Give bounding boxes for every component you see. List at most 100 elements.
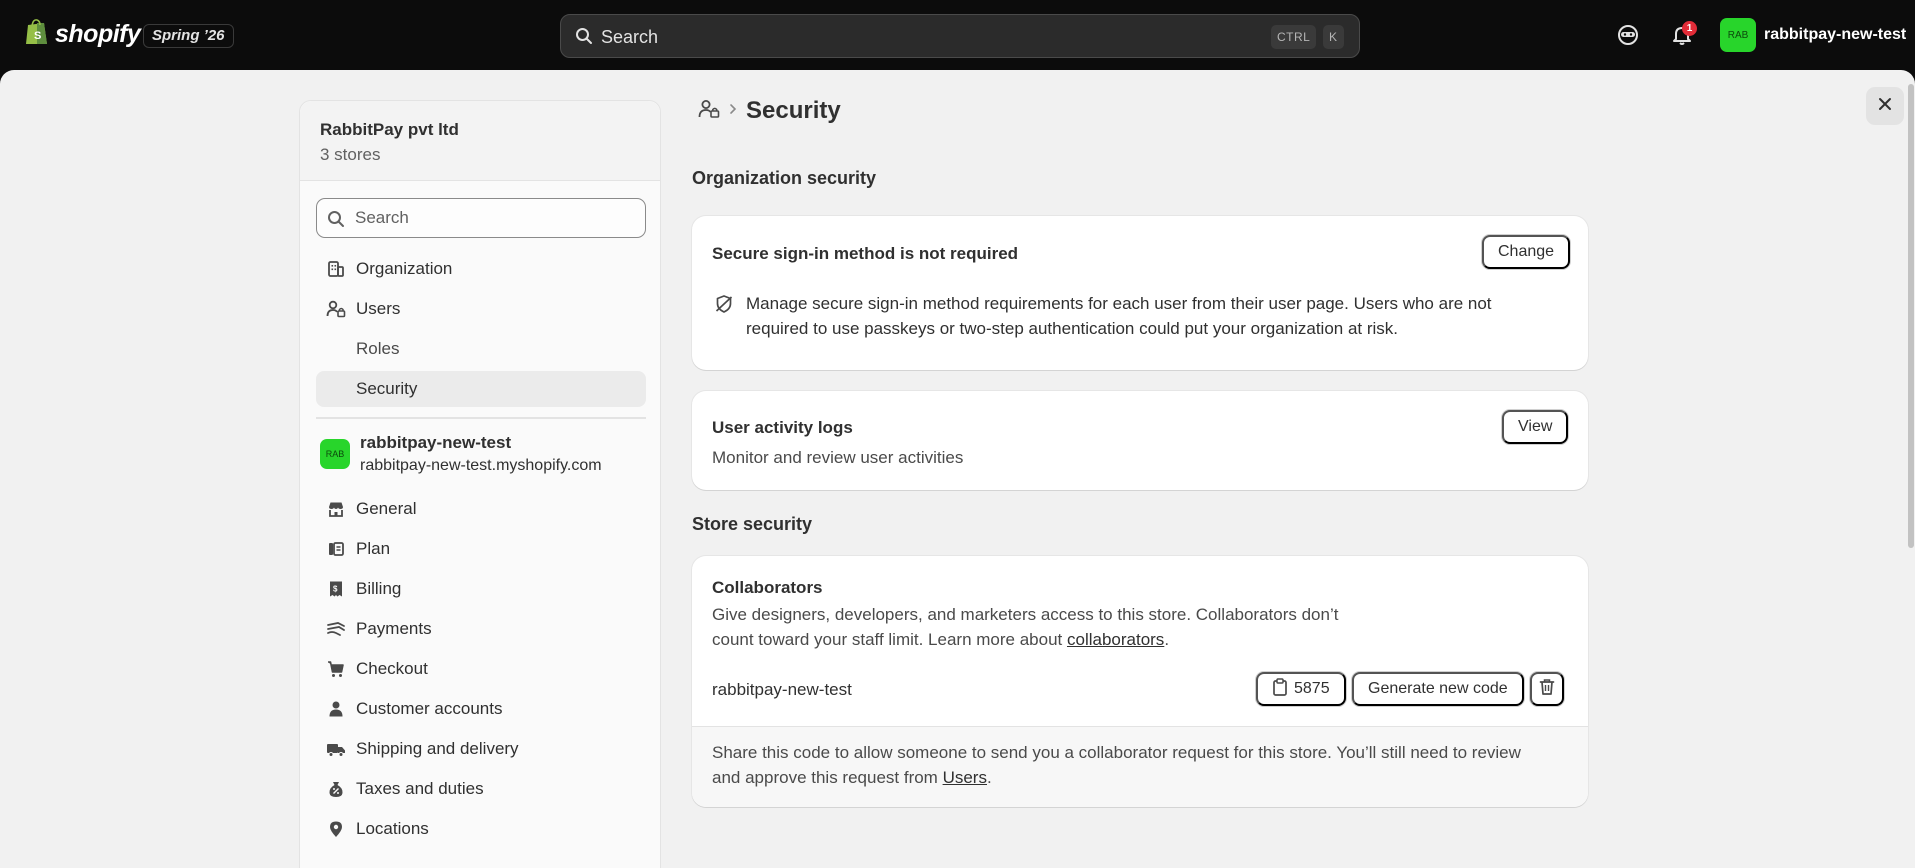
- sidebar-item-label: Users: [356, 299, 401, 318]
- shortcut-k: K: [1323, 25, 1344, 49]
- sidebar-store[interactable]: RAB rabbitpay-new-test rabbitpay-new-tes…: [316, 431, 646, 481]
- copy-code-button[interactable]: 5875: [1256, 672, 1346, 706]
- footer-text: and approve this request from: [712, 768, 943, 787]
- shopify-bag-icon: S: [25, 18, 49, 51]
- collaborator-code: 5875: [1294, 680, 1330, 697]
- delete-code-button[interactable]: [1530, 672, 1564, 706]
- chevron-right-icon: [728, 102, 738, 120]
- close-button[interactable]: [1866, 87, 1904, 125]
- sidebar-divider: [316, 417, 646, 419]
- truck-icon: [324, 740, 348, 758]
- sidebar-item-general[interactable]: General: [316, 491, 646, 527]
- activity-card-subtitle: Monitor and review user activities: [712, 448, 964, 467]
- sidekick-icon[interactable]: [1615, 22, 1641, 48]
- payments-icon: [324, 620, 348, 638]
- signin-method-card: Secure sign-in method is not required Ch…: [692, 216, 1588, 370]
- page-title: Security: [746, 97, 841, 124]
- collaborators-footer-text-2: and approve this request from Users.: [712, 765, 992, 790]
- org-store-count: 3 stores: [320, 145, 381, 164]
- change-button[interactable]: Change: [1482, 235, 1571, 269]
- sidebar-item-label: Checkout: [356, 659, 428, 678]
- period: .: [986, 768, 992, 787]
- sidebar-item-label: Locations: [356, 819, 429, 838]
- sidebar-item-label: Billing: [356, 579, 402, 598]
- shopify-logo[interactable]: S shopify: [25, 18, 141, 51]
- sidebar-item-payments[interactable]: Payments: [316, 611, 646, 647]
- store-icon: [324, 500, 348, 518]
- activity-logs-card: User activity logs Monitor and review us…: [692, 391, 1588, 490]
- billing-icon: $: [324, 580, 348, 598]
- store-name: rabbitpay-new-test: [1764, 26, 1907, 43]
- settings-sheet: RabbitPay pvt ltd 3 stores Organization …: [0, 70, 1915, 868]
- sidebar-item-label: Roles: [356, 339, 400, 358]
- section-title-store-security: Store security: [692, 514, 813, 534]
- sidebar-item-label: Security: [356, 379, 418, 398]
- top-bar: S shopify Spring ’26 Search CTRL K 1 RAB…: [0, 0, 1915, 70]
- signin-card-description-2: required to use passkeys or two-step aut…: [746, 319, 1399, 338]
- activity-card-title: User activity logs: [712, 418, 853, 437]
- settings-sidebar: RabbitPay pvt ltd 3 stores Organization …: [299, 100, 661, 868]
- collaborator-store-name: rabbitpay-new-test: [712, 680, 852, 699]
- collaborators-footer-text-1: Share this code to allow someone to send…: [712, 743, 1521, 762]
- edition-badge[interactable]: Spring ’26: [143, 24, 234, 48]
- settings-search[interactable]: [316, 198, 646, 238]
- users-icon: [324, 300, 348, 318]
- trash-icon: [1539, 678, 1555, 701]
- sidebar-item-label: Customer accounts: [356, 699, 503, 718]
- sidebar-item-security[interactable]: Security: [316, 371, 646, 407]
- sidebar-item-customer-accounts[interactable]: Customer accounts: [316, 691, 646, 727]
- collaborators-card: Collaborators Give designers, developers…: [692, 556, 1588, 807]
- users-link[interactable]: Users: [943, 768, 987, 787]
- sidebar-item-billing[interactable]: $ Billing: [316, 571, 646, 607]
- sidebar-item-label: General: [356, 499, 417, 518]
- sidebar-item-users[interactable]: Users: [316, 291, 646, 327]
- sidebar-item-organization[interactable]: Organization: [316, 251, 646, 287]
- sidebar-item-taxes[interactable]: Taxes and duties: [316, 771, 646, 807]
- org-header[interactable]: RabbitPay pvt ltd 3 stores: [300, 101, 660, 181]
- location-icon: [324, 820, 348, 838]
- sidebar-store-name: rabbitpay-new-test: [360, 433, 512, 452]
- sidebar-item-label: Shipping and delivery: [356, 739, 519, 758]
- tax-icon: [324, 780, 348, 798]
- period: .: [1164, 630, 1170, 649]
- person-icon: [324, 700, 348, 718]
- users-icon[interactable]: [698, 99, 720, 124]
- sidebar-item-label: Payments: [356, 619, 432, 638]
- collaborators-text: count toward your staff limit. Learn mor…: [712, 630, 1067, 649]
- collaborators-link[interactable]: collaborators: [1067, 630, 1164, 649]
- sidebar-item-plan[interactable]: Plan: [316, 531, 646, 567]
- scrollbar[interactable]: [1908, 84, 1914, 548]
- collaborators-description-2: count toward your staff limit. Learn mor…: [712, 627, 1169, 652]
- plan-icon: [324, 540, 348, 558]
- collaborators-title: Collaborators: [712, 578, 823, 597]
- signin-card-description-1: Manage secure sign-in method requirement…: [746, 294, 1492, 313]
- generate-code-button[interactable]: Generate new code: [1352, 672, 1524, 706]
- sidebar-item-roles[interactable]: Roles: [316, 331, 646, 367]
- breadcrumb: Security: [698, 97, 841, 125]
- building-icon: [324, 260, 348, 278]
- sidebar-item-label: Plan: [356, 539, 391, 558]
- sidebar-item-checkout[interactable]: Checkout: [316, 651, 646, 687]
- sidebar-item-label: Organization: [356, 259, 453, 278]
- close-icon: [1877, 96, 1893, 117]
- search-placeholder: Search: [601, 27, 659, 47]
- logo-text: shopify: [55, 20, 141, 48]
- sidebar-item-shipping[interactable]: Shipping and delivery: [316, 731, 646, 767]
- sidebar-item-locations[interactable]: Locations: [316, 811, 646, 847]
- search-icon: [575, 27, 593, 50]
- store-switcher[interactable]: RAB rabbitpay-new-test: [1720, 18, 1906, 52]
- clipboard-icon: [1272, 677, 1288, 701]
- settings-search-input[interactable]: [355, 207, 635, 229]
- store-avatar: RAB: [320, 439, 350, 469]
- org-name: RabbitPay pvt ltd: [320, 120, 459, 139]
- search-icon: [327, 210, 345, 233]
- collaborators-description-1: Give designers, developers, and marketer…: [712, 605, 1339, 624]
- notification-badge: 1: [1682, 21, 1697, 36]
- sidebar-item-label: Taxes and duties: [356, 779, 484, 798]
- svg-text:$: $: [333, 585, 338, 594]
- global-search[interactable]: Search CTRL K: [560, 14, 1360, 58]
- collaborators-footer: Share this code to allow someone to send…: [692, 726, 1588, 807]
- shield-off-icon: [714, 294, 734, 319]
- view-button[interactable]: View: [1502, 410, 1569, 444]
- shortcut-ctrl: CTRL: [1271, 25, 1317, 49]
